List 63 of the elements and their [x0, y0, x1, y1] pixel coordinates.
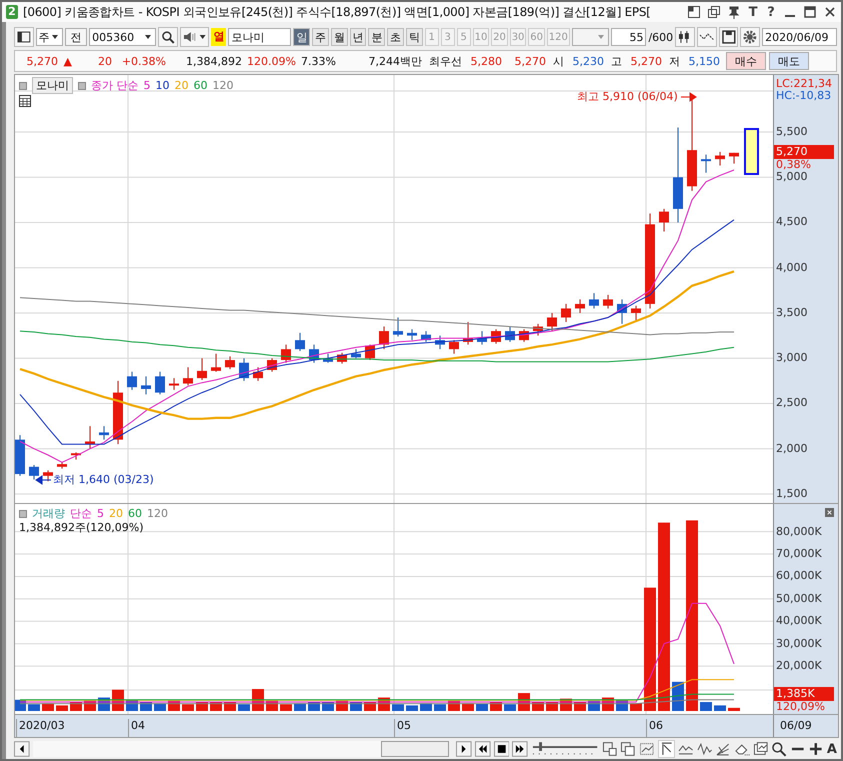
- volume-label: 거래량: [32, 506, 65, 521]
- quote-value: 7.33%: [300, 54, 337, 68]
- price-tick: 3,000: [776, 351, 808, 364]
- quote-value: 20: [97, 54, 113, 68]
- ma-period: 5: [144, 79, 150, 92]
- date-label: 06: [646, 719, 663, 737]
- ma-period: 20: [109, 507, 123, 520]
- date-label: 04: [128, 719, 145, 737]
- date-label: 05: [394, 719, 411, 737]
- price-tick: 2,000: [776, 442, 808, 455]
- quote-value: 5,270: [514, 54, 547, 68]
- price-tick: 2,500: [776, 396, 808, 410]
- ma-label: 단순: [70, 506, 92, 521]
- volume-ratio: 120,09%: [776, 701, 825, 713]
- price-tick: 3,500: [776, 306, 808, 319]
- quote-value: 1,384,892: [185, 54, 243, 68]
- ma-period: 60: [128, 507, 142, 520]
- ma-period: 120: [147, 507, 168, 520]
- current-change: 0,38%: [776, 159, 811, 171]
- price-tick: 1,500: [776, 486, 808, 500]
- current-volume-tag: 1,385K: [774, 687, 834, 701]
- ma-period: 5: [97, 507, 104, 520]
- quote-value: 5,150: [688, 54, 721, 68]
- count-total: /600: [648, 30, 674, 44]
- volume-tick: 20,000K: [776, 659, 822, 672]
- date-label: 2020/03: [16, 719, 65, 737]
- quote-value: 최우선: [428, 54, 463, 68]
- quote-value: 5,270: [26, 54, 59, 68]
- current-date: 06/09: [780, 719, 812, 732]
- quote-value: 저: [668, 54, 681, 68]
- quote-value: ▲: [62, 54, 73, 68]
- quote-value: 시: [552, 54, 565, 68]
- ma-period: 20: [174, 79, 188, 92]
- price-tick: 5,500: [776, 125, 808, 138]
- window-title: [0600] 키움종합차트 - KOSPI 외국인보유[245(천)] 주식수[18,897(천)] 액면[1,000] 자본금[189(억)] 결산[12월] EPS[: [23, 4, 652, 20]
- quote-value: 5,270: [630, 54, 663, 68]
- lc-value: LC:221,34: [776, 77, 832, 90]
- quote-value: 120.09%: [246, 54, 297, 68]
- window-badge: 2: [6, 5, 18, 19]
- quote-value: 5,280: [470, 54, 503, 68]
- quote-value: 5,230: [572, 54, 605, 68]
- quote-value: +0.38%: [120, 54, 167, 68]
- volume-tick: 70,000K: [776, 547, 822, 560]
- volume-info: 1,384,892주(120,09%): [19, 520, 144, 535]
- volume-tick: 50,000K: [776, 592, 822, 605]
- volume-tick: 60,000K: [776, 569, 822, 582]
- ma-label: 종가 단순: [91, 78, 138, 93]
- ma-period: 60: [194, 79, 208, 92]
- volume-tick: 40,000K: [776, 614, 822, 628]
- hc-value: HC:-10,83: [776, 89, 832, 102]
- price-tick: 4,000: [776, 260, 808, 274]
- name-badge: 열: [211, 28, 226, 46]
- current-price-tag: 5,270: [774, 145, 834, 159]
- high-note: 최고 5,910 (06/04): [577, 89, 678, 104]
- price-tick: 4,500: [776, 215, 808, 228]
- low-note: 최저 1,640 (03/23): [53, 472, 154, 487]
- ma-period: 10: [156, 79, 170, 92]
- quote-value: 고: [610, 54, 623, 68]
- quote-value: 7,244백만: [368, 54, 423, 68]
- ma-period: 120: [212, 79, 234, 92]
- volume-tick: 80,000K: [776, 524, 822, 538]
- volume-tick: 30,000K: [776, 636, 822, 650]
- price-tick: 5,000: [776, 170, 808, 184]
